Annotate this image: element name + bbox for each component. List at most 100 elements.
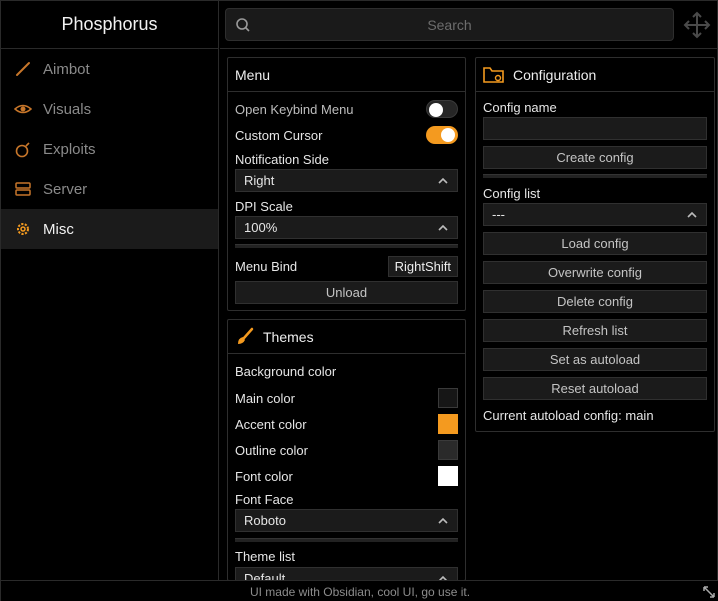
sidebar-item-server[interactable]: Server [1, 169, 218, 209]
theme-list-dropdown[interactable]: Default [235, 567, 458, 580]
divider [483, 174, 707, 178]
eye-icon [13, 99, 33, 119]
font-face-dropdown[interactable]: Roboto [235, 509, 458, 532]
config-name-input[interactable] [484, 118, 706, 139]
menu-bind-keybind[interactable]: RightShift [387, 256, 458, 277]
font-color-label: Font color [235, 468, 293, 484]
chevron-up-icon [686, 209, 698, 224]
notification-side-row: Notification Side [235, 152, 458, 167]
open-keybind-row: Open Keybind Menu [235, 100, 458, 118]
config-name-field[interactable] [483, 117, 707, 140]
theme-list-row: Theme list [235, 549, 458, 564]
sidebar: Phosphorus Aimbot Visuals Exploits Serve… [1, 1, 219, 580]
search-box[interactable] [225, 8, 674, 41]
menu-bind-label: Menu Bind [235, 259, 298, 274]
accent-color-swatch[interactable] [438, 414, 458, 434]
menu-bind-row: Menu Bind RightShift [235, 256, 458, 277]
bomb-icon [13, 139, 33, 159]
accent-color-label: Accent color [235, 416, 307, 432]
chevron-up-icon [437, 175, 449, 190]
folder-gear-icon [483, 66, 505, 84]
background-color-row: Background color [235, 364, 458, 379]
custom-cursor-toggle[interactable] [426, 126, 458, 144]
sidebar-item-label: Server [43, 180, 88, 198]
notification-side-dropdown[interactable]: Right [235, 169, 458, 192]
move-icon[interactable] [683, 11, 711, 42]
chevron-up-icon [437, 515, 449, 530]
delete-config-button[interactable]: Delete config [483, 290, 707, 313]
font-color-swatch[interactable] [438, 466, 458, 486]
footer-text: UI made with Obsidian, cool UI, go use i… [249, 584, 471, 599]
current-autoload-row: Current autoload config: main [483, 408, 707, 423]
open-keybind-toggle[interactable] [426, 100, 458, 118]
server-icon [13, 179, 33, 199]
font-color-row: Font color [235, 466, 458, 486]
dpi-scale-row: DPI Scale [235, 199, 458, 214]
toggle-knob [429, 103, 443, 117]
main-color-row: Main color [235, 388, 458, 408]
menu-panel: Menu Open Keybind Menu Custom Cursor Not… [227, 57, 466, 311]
config-list-row: Config list [483, 186, 707, 201]
config-name-row: Config name [483, 100, 707, 115]
paintbrush-icon [235, 327, 255, 347]
notification-side-value: Right [244, 173, 275, 188]
configuration-panel-title: Configuration [513, 66, 597, 83]
menu-panel-title: Menu [235, 66, 271, 83]
sidebar-item-aimbot[interactable]: Aimbot [1, 49, 218, 89]
config-list-dropdown[interactable]: --- [483, 203, 707, 226]
refresh-list-button[interactable]: Refresh list [483, 319, 707, 342]
sidebar-item-label: Exploits [43, 140, 96, 158]
top-bar [220, 1, 718, 49]
divider [235, 538, 458, 542]
app-window: Phosphorus Aimbot Visuals Exploits Serve… [0, 0, 718, 601]
outline-color-label: Outline color [235, 442, 308, 458]
dpi-scale-label: DPI Scale [235, 199, 293, 214]
chevron-up-icon [437, 222, 449, 237]
search-icon [235, 17, 251, 36]
dpi-scale-dropdown[interactable]: 100% [235, 216, 458, 239]
app-title: Phosphorus [1, 1, 218, 49]
background-color-label: Background color [235, 364, 337, 379]
menu-panel-header: Menu [228, 58, 465, 92]
toggle-knob [441, 128, 455, 142]
config-name-label: Config name [483, 100, 557, 115]
themes-panel-header: Themes [228, 320, 465, 354]
outline-color-row: Outline color [235, 440, 458, 460]
sidebar-item-label: Aimbot [43, 60, 90, 78]
config-list-value: --- [492, 207, 505, 222]
main-color-swatch[interactable] [438, 388, 458, 408]
outline-color-swatch[interactable] [438, 440, 458, 460]
current-autoload-label: Current autoload config: main [483, 408, 654, 423]
font-face-value: Roboto [244, 513, 286, 528]
configuration-panel: Configuration Config name Create config … [475, 57, 715, 432]
footer: UI made with Obsidian, cool UI, go use i… [1, 580, 718, 601]
config-list-label: Config list [483, 186, 541, 201]
sidebar-item-visuals[interactable]: Visuals [1, 89, 218, 129]
themes-panel: Themes Background color Main color Accen… [227, 319, 466, 581]
knife-icon [13, 59, 33, 79]
sidebar-item-exploits[interactable]: Exploits [1, 129, 218, 169]
set-autoload-button[interactable]: Set as autoload [483, 348, 707, 371]
unload-button[interactable]: Unload [235, 281, 458, 304]
dpi-scale-value: 100% [244, 220, 278, 235]
theme-list-label: Theme list [235, 549, 295, 564]
gear-icon [13, 219, 33, 239]
notification-side-label: Notification Side [235, 152, 329, 167]
reset-autoload-button[interactable]: Reset autoload [483, 377, 707, 400]
sidebar-item-misc[interactable]: Misc [1, 209, 218, 249]
themes-panel-title: Themes [263, 328, 314, 345]
custom-cursor-label: Custom Cursor [235, 127, 323, 143]
font-face-row: Font Face [235, 492, 458, 507]
create-config-button[interactable]: Create config [483, 146, 707, 169]
resize-icon[interactable] [702, 585, 716, 601]
load-config-button[interactable]: Load config [483, 232, 707, 255]
search-input[interactable] [226, 9, 673, 40]
overwrite-config-button[interactable]: Overwrite config [483, 261, 707, 284]
accent-color-row: Accent color [235, 414, 458, 434]
open-keybind-label: Open Keybind Menu [235, 101, 354, 117]
main-color-label: Main color [235, 390, 295, 406]
sidebar-item-label: Misc [43, 220, 74, 238]
configuration-panel-header: Configuration [476, 58, 714, 92]
sidebar-item-label: Visuals [43, 100, 92, 118]
divider [235, 244, 458, 248]
